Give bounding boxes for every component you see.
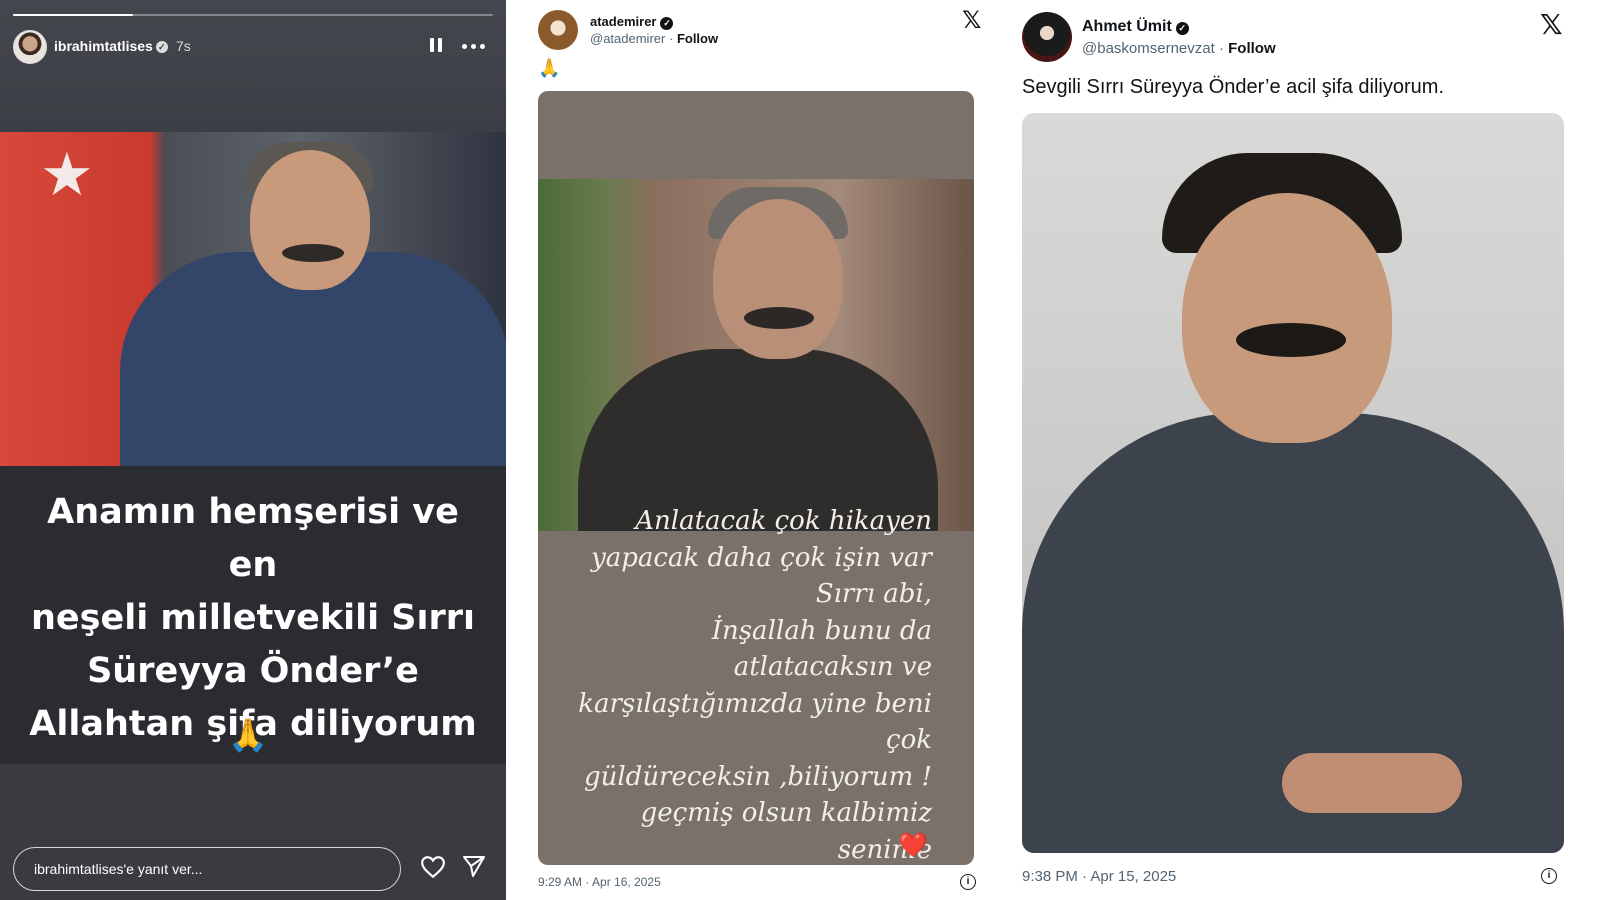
image-poem-text: Anlatacak çok hikayen yapacak daha çok i… <box>578 506 932 865</box>
avatar[interactable] <box>1022 12 1072 62</box>
story-username-row[interactable]: ibrahimtatlises ✓ <box>54 38 168 54</box>
story-footer: ibrahimtatlises'e yanıt ver... <box>0 764 506 900</box>
tweet-text: Sevgili Sırrı Süreyya Önder’e acil şifa … <box>1022 76 1445 98</box>
info-icon[interactable]: i <box>1541 868 1557 884</box>
author-handle-row: @baskomsernevzat · Follow <box>1082 40 1276 57</box>
info-icon[interactable]: i <box>960 874 976 890</box>
story-username[interactable]: ibrahimtatlises <box>54 38 153 54</box>
author-name-row[interactable]: Ahmet Ümit ✓ <box>1082 18 1189 36</box>
story-photo: ★ <box>0 132 506 466</box>
red-heart-icon: ❤️ <box>898 832 928 859</box>
story-caption: Anamın hemşerisi ve en neşeli milletveki… <box>29 492 477 744</box>
x-logo-icon[interactable]: 𝕏 <box>962 6 981 34</box>
author-handle[interactable]: @atademirer <box>590 31 665 46</box>
tweet-card-atademirer: atademirer ✓ @atademirer · Follow 𝕏 🙏 Anl… <box>506 0 990 900</box>
author-handle-row: @atademirer · Follow <box>590 31 719 46</box>
flag-star-icon: ★ <box>40 141 94 208</box>
author-name-row[interactable]: atademirer ✓ <box>590 14 674 30</box>
author-handle[interactable]: @baskomsernevzat <box>1082 40 1215 57</box>
story-progress-fill <box>13 14 133 16</box>
follow-button[interactable]: Follow <box>1228 40 1276 57</box>
tweet-text: 🙏 <box>538 58 561 78</box>
story-text-area: Anamın hemşerisi ve en neşeli milletveki… <box>0 466 506 764</box>
verified-badge-icon: ✓ <box>660 17 674 30</box>
tweet-timestamp[interactable]: 9:38 PM · Apr 15, 2025 <box>1022 868 1176 885</box>
tweet-card-ahmet-umit: Ahmet Ümit ✓ @baskomsernevzat · Follow 𝕏 … <box>990 0 1600 900</box>
story-time: 7s <box>176 38 191 54</box>
story-reply-input[interactable]: ibrahimtatlises'e yanıt ver... <box>13 847 401 891</box>
story-progress-bar <box>13 14 493 16</box>
story-avatar[interactable] <box>13 30 47 64</box>
avatar[interactable] <box>538 10 578 50</box>
send-icon[interactable] <box>462 854 486 878</box>
x-logo-icon[interactable]: 𝕏 <box>1540 8 1563 41</box>
author-name[interactable]: atademirer <box>590 14 656 29</box>
verified-badge-icon: ✓ <box>155 41 168 53</box>
story-header: ibrahimtatlises ✓ 7s <box>0 0 506 132</box>
follow-button[interactable]: Follow <box>677 31 718 46</box>
tweet-image[interactable] <box>1022 113 1564 853</box>
verified-badge-icon: ✓ <box>1175 22 1189 35</box>
pause-icon[interactable] <box>430 38 442 52</box>
tweet-image[interactable]: Anlatacak çok hikayen yapacak daha çok i… <box>538 91 974 865</box>
praying-hands-icon: 🙏 <box>228 717 268 753</box>
tweet-timestamp[interactable]: 9:29 AM · Apr 16, 2025 <box>538 875 661 889</box>
author-name[interactable]: Ahmet Ümit <box>1082 18 1172 35</box>
heart-icon[interactable] <box>420 854 446 880</box>
more-options-icon[interactable] <box>462 44 486 50</box>
instagram-story: ibrahimtatlises ✓ 7s ★ Anamın hemşerisi v… <box>0 0 506 900</box>
